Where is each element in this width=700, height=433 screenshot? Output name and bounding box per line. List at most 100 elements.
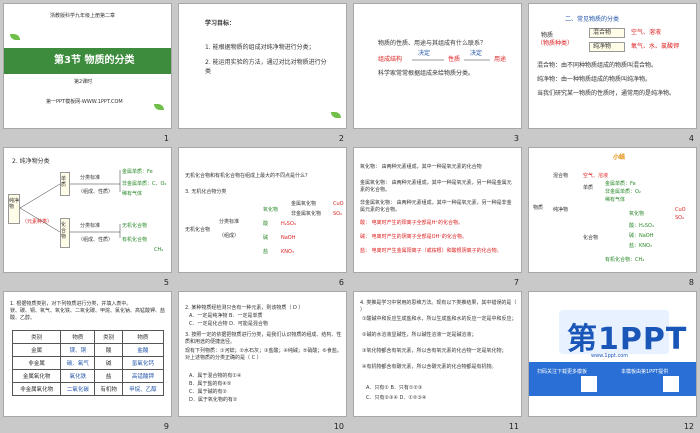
slide-8-mixture-eg: 空气、溶液	[583, 173, 609, 179]
slide-10-o6: D．属于氧化物的有②	[189, 397, 238, 403]
table-row: 金属氧化物 氧化铁盐高锰酸钾	[11, 369, 165, 383]
slide-7-base-def: 碱： 电离时产生的阴离子全部是OH⁻的化合物。	[360, 234, 467, 240]
slide-thumbnail-3[interactable]: 物质的性质、用途与其组成有什么联系？ 组成结构 决定 性质 决定 用途 科学家常…	[350, 0, 525, 144]
slide-number: 5	[163, 278, 169, 287]
table-cell: 碱	[94, 356, 123, 370]
slide-thumbnail-9[interactable]: 1. 根据物质类别，对下列物质进行分类，并填入表中。 镁、碳、铜、氧气、氧化铁、…	[0, 288, 175, 432]
slide-4-mixture: 混合物	[593, 29, 612, 36]
slide-2-canvas: 学习目标： 1. 能根据物质的组成对纯净物进行分类； 2. 能运用实验的方法，通…	[178, 3, 347, 129]
slide-4-def-pure: 纯净物：由一种物质组成的物质叫纯净物。	[537, 76, 652, 83]
slide-11-o1: ①酸碱中和反应生成盐和水，所以生成盐和水的反应一定是中和反应；	[362, 316, 517, 322]
slide-6-question: 无机化合物和有机化合物在组成上最大的不同点是什么？	[185, 173, 311, 179]
slide-number: 9	[163, 422, 169, 431]
slide-8-base: 碱：NaOH	[629, 233, 654, 239]
slide-4-matter: 物质	[541, 32, 554, 39]
table-cell: 甲烷、乙醇	[121, 382, 165, 396]
slide-thumbnail-2[interactable]: 学习目标： 1. 能根据物质的组成对纯净物进行分类； 2. 能运用实验的方法，通…	[175, 0, 350, 144]
slide-4-canvas: 二、常见物质的分类 物质 （物质种类） 混合物 纯净物 空气、溶液 氧气、水、氯…	[528, 3, 697, 129]
slide-thumbnail-6[interactable]: 无机化合物和有机化合物在组成上最大的不同点是什么？ 3. 无机化合物分类 无机化…	[175, 144, 350, 288]
slide-7-metal-oxide-def: 金属氧化物： 由两种元素组成，其中一种是氧元素，另一种是金属元素的化合物。	[360, 180, 512, 193]
slide-12-right-text: 本模板由第1PPT提供	[621, 369, 669, 375]
table-cell: 类别	[94, 330, 123, 344]
slide-8-so2: SO₂	[675, 215, 685, 221]
slide-2-heading: 学习目标：	[205, 20, 236, 27]
slide-6-metal-oxide: 金属氧化物	[291, 201, 317, 207]
slide-8-noble: 稀有气体	[605, 197, 626, 203]
slide-12-canvas: 第1PPT www.1ppt.com 扫码关注下载更多模板 本模板由第1PPT提…	[528, 291, 697, 417]
table-cell: 氢氧化钙	[121, 356, 165, 370]
slide-6-acid: 酸	[263, 221, 269, 227]
slide-number: 11	[508, 422, 519, 431]
table-cell: 非金属氧化物	[11, 382, 62, 396]
slide-8-root: 物质	[533, 205, 544, 211]
slide-5-lines	[19, 170, 121, 238]
slide-thumbnail-7[interactable]: 氧化物： 由两种元素组成，其中一种是氧元素的化合物 金属氧化物： 由两种元素组成…	[350, 144, 525, 288]
table-row: 非金属 碳、氧气碱氢氧化钙	[11, 356, 165, 370]
qr-code-icon	[581, 376, 597, 392]
slide-6-heading: 3. 无机化合物分类	[185, 189, 227, 195]
slide-10-o1: A．一定是纯净物 B．一定是单质	[189, 313, 263, 319]
slide-12-url: www.1ppt.com	[591, 353, 629, 359]
slide-10-o3: A．属于混合物的有①④	[189, 373, 242, 379]
slide-number: 2	[338, 134, 344, 143]
slide-9-table: 类别 物质 类别 物质 金属 镁、铜酸盐酸 非金属 碳、氧气碱氢氧化钙 金属氧化物 氧化铁盐高锰酸…	[11, 330, 165, 396]
slide-2-goal-1: 1. 能根据物质的组成对纯净物进行分类；	[205, 44, 315, 51]
slide-7-acid-def: 酸： 电离时产生的阳离子全部是H⁺的化合物。	[360, 220, 463, 226]
slide-thumbnail-1[interactable]: 浙教版科学九年级上册第二章 第3节 物质的分类 第2课时 第一PPT模板网-WW…	[0, 0, 175, 144]
slide-7-salt-def: 盐： 电离时产生金属阳离子（或铵根）和酸根阴离子的化合物。	[360, 248, 502, 254]
slide-11-o2: ②碱的水溶液显碱性，所以碱性溶液一定是碱溶液；	[362, 332, 477, 338]
slide-8-summary-tag: 小结	[613, 154, 626, 161]
table-cell: 物质	[60, 330, 96, 344]
slide-5-canvas: 2. 纯净物分类 纯净物 （元素种类） 单质 化合物 分类标准 （组成、性质） …	[3, 147, 172, 273]
slide-number: 4	[688, 134, 694, 143]
table-cell: 有机物	[94, 382, 123, 396]
table-cell: 类别	[11, 330, 62, 344]
slide-thumbnail-4[interactable]: 二、常见物质的分类 物质 （物质种类） 混合物 纯净物 空气、溶液 氧气、水、氯…	[525, 0, 700, 144]
slide-6-base-eg: NaOH	[281, 235, 296, 241]
slide-10-q1: 2. 某种物质经检测只含有一种元素，则该物质（ D ）	[185, 305, 304, 311]
slide-4-mixture-eg: 空气、溶液	[631, 29, 662, 36]
slide-4-matter-kind: （物质种类）	[537, 40, 574, 47]
slide-8-metal: 金属单质：Fe	[605, 181, 636, 187]
table-cell: 碳、氧气	[60, 356, 96, 370]
slide-9-question: 1. 根据物质类别，对下列物质进行分类，并填入表中。	[10, 301, 132, 307]
slide-thumbnail-5[interactable]: 2. 纯净物分类 纯净物 （元素种类） 单质 化合物 分类标准 （组成、性质） …	[0, 144, 175, 288]
slide-sorter-grid: 浙教版科学九年级上册第二章 第3节 物质的分类 第2课时 第一PPT模板网-WW…	[0, 0, 700, 433]
table-cell: 酸	[94, 343, 123, 357]
slide-3-arrows	[412, 59, 490, 61]
slide-10-o2: C．一定是化合物 D．可能是混合物	[189, 321, 268, 327]
table-cell: 镁、铜	[60, 343, 96, 357]
slide-11-question: 4. 类推是学习中常用的思维方法。现有以下类推结果，其中错误的是（ ）	[360, 300, 517, 313]
table-row: 非金属氧化物 二氧化碳 有机物 甲烷、乙醇	[11, 382, 165, 396]
slide-thumbnail-8[interactable]: 小结 物质 混合物 纯净物 单质 化合物 空气、溶液 金属单质：Fe 非金属单质…	[525, 144, 700, 288]
leaf-decoration-icon	[10, 34, 20, 40]
table-cell: 二氧化碳	[60, 382, 96, 396]
slide-12-left-text: 扫码关注下载更多模板	[537, 369, 588, 375]
slide-number: 12	[683, 422, 694, 431]
slide-4-note: 当我们研究某一物质的性质时，通常用的是纯净物。	[537, 90, 676, 97]
slide-11-choice-a: A．只有① B．只有①②③	[366, 385, 423, 391]
slide-number: 7	[513, 278, 519, 287]
slide-9-canvas: 1. 根据物质类别，对下列物质进行分类，并填入表中。 镁、碳、铜、氧气、氧化铁、…	[3, 291, 172, 417]
table-cell: 盐	[94, 369, 123, 383]
slide-3-canvas: 物质的性质、用途与其组成有什么联系？ 组成结构 决定 性质 决定 用途 科学家常…	[353, 3, 522, 129]
slide-number: 1	[163, 134, 169, 143]
slide-1-subtitle: 第2课时	[74, 79, 93, 85]
slide-thumbnail-12[interactable]: 第1PPT www.1ppt.com 扫码关注下载更多模板 本模板由第1PPT提…	[525, 288, 700, 432]
slide-6-nonmetal-oxide: 非金属氧化物	[291, 211, 322, 217]
slide-thumbnail-11[interactable]: 4. 类推是学习中常用的思维方法。现有以下类推结果，其中错误的是（ ） ①酸碱中…	[350, 288, 525, 432]
table-row: 金属 镁、铜酸盐酸	[11, 343, 165, 357]
slide-10-o4: B．属于盐的有④⑤	[189, 381, 232, 387]
slide-10-q2: 3. 按照一定的依据把物质进行分类，是我们认识物质的组成、结构、性质和用途的便捷…	[185, 332, 342, 345]
slide-11-o4: ④有机物都含有碳元素，所以含碳元素的化合物都是有机物。	[362, 364, 497, 370]
slide-1-title: 第3节 物质的分类	[54, 55, 135, 66]
slide-8-canvas: 小结 物质 混合物 纯净物 单质 化合物 空气、溶液 金属单质：Fe 非金属单质…	[528, 147, 697, 273]
table-cell: 盐酸	[121, 343, 165, 357]
table-cell: 金属	[11, 343, 62, 357]
slide-6-so2: SO₂	[333, 211, 343, 217]
slide-thumbnail-10[interactable]: 2. 某种物质经检测只含有一种元素，则该物质（ D ） A．一定是纯净物 B．一…	[175, 288, 350, 432]
leaf-decoration-icon	[154, 104, 164, 110]
slide-4-pure-eg: 氧气、水、氯酸钾	[631, 43, 680, 50]
slide-8-nonmetal: 非金属单质：O₂	[605, 189, 641, 195]
table-row: 类别 物质 类别 物质	[11, 330, 165, 344]
